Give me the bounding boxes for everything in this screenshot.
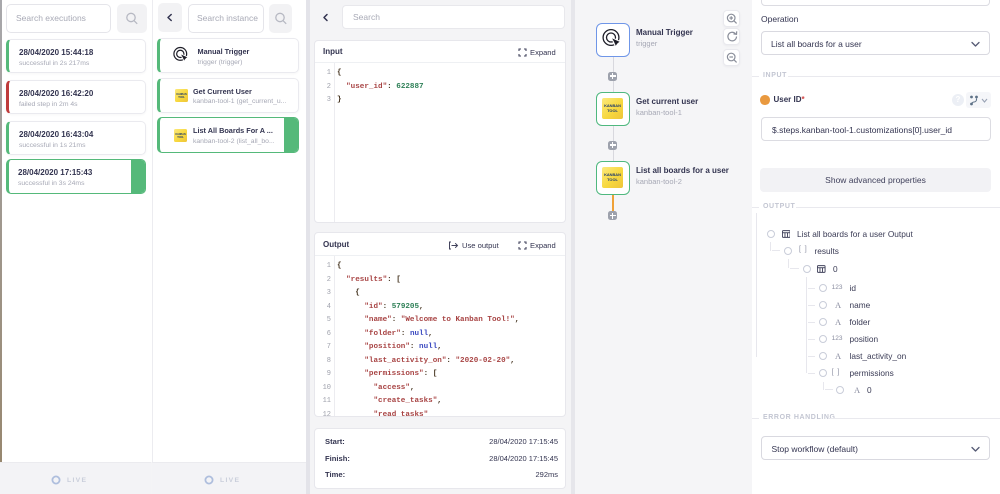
svg-text:TOOL: TOOL: [177, 135, 184, 138]
svg-text:TOOL: TOOL: [178, 96, 185, 99]
svg-text:TOOL: TOOL: [607, 177, 618, 182]
svg-text:TOOL: TOOL: [607, 108, 618, 113]
